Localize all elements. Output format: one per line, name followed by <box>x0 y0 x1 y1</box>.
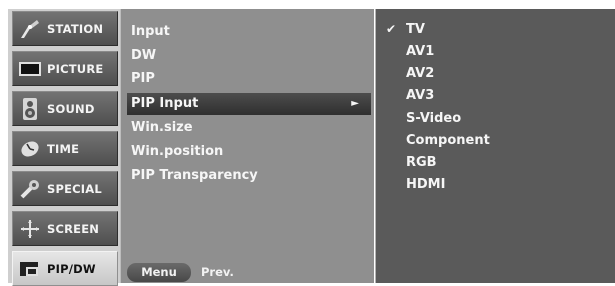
category-label: STATION <box>47 21 104 36</box>
pip-window-icon <box>13 256 47 282</box>
category-label: PIP/DW <box>47 261 96 276</box>
special-tools-icon <box>13 176 47 202</box>
submenu-item-pip-transparency[interactable]: PIP Transparency <box>131 165 258 187</box>
submenu-item-pip-input-selected[interactable]: PIP Input ► <box>127 93 371 115</box>
category-label: SOUND <box>47 101 95 116</box>
category-label: TIME <box>47 141 80 156</box>
speaker-icon <box>13 96 47 122</box>
submenu-item-win-position[interactable]: Win.position <box>131 141 223 163</box>
menu-button[interactable]: Menu <box>127 263 191 282</box>
category-screen[interactable]: SCREEN <box>12 211 118 246</box>
submenu-panel: Input DW PIP PIP Input ► Win.size Win.po… <box>120 9 374 283</box>
category-label: SCREEN <box>47 221 100 236</box>
option-tv[interactable]: TV <box>406 19 425 41</box>
option-hdmi[interactable]: HDMI <box>406 174 445 196</box>
submenu-item-input[interactable]: Input <box>131 21 170 43</box>
category-station[interactable]: STATION <box>12 11 118 46</box>
category-special[interactable]: SPECIAL <box>12 171 118 206</box>
option-rgb[interactable]: RGB <box>406 152 437 174</box>
option-av3[interactable]: AV3 <box>406 85 434 107</box>
category-time[interactable]: TIME <box>12 131 118 166</box>
option-component[interactable]: Component <box>406 130 490 152</box>
category-column: STATION PICTURE SOUND TIME SPECIAL SCREE… <box>8 9 120 286</box>
arrow-right-icon: ► <box>351 98 359 109</box>
category-label: PICTURE <box>47 61 104 76</box>
submenu-item-win-size[interactable]: Win.size <box>131 117 193 139</box>
category-label: SPECIAL <box>47 181 102 196</box>
clock-icon <box>13 136 47 162</box>
options-panel: ✔ TV AV1 AV2 AV3 S-Video Component RGB H… <box>375 9 615 283</box>
checkmark-icon: ✔ <box>386 22 397 36</box>
submenu-item-dw[interactable]: DW <box>131 45 156 67</box>
screen-adjust-icon <box>13 216 47 242</box>
prev-hint: Prev. <box>201 265 234 279</box>
category-sound[interactable]: SOUND <box>12 91 118 126</box>
submenu-footer: Menu Prev. <box>121 259 373 283</box>
osd-menu: STATION PICTURE SOUND TIME SPECIAL SCREE… <box>8 9 615 286</box>
category-pip-dw[interactable]: PIP/DW <box>12 251 118 286</box>
submenu-item-label: PIP Input <box>131 96 199 111</box>
option-s-video[interactable]: S-Video <box>406 108 461 130</box>
option-av2[interactable]: AV2 <box>406 63 434 85</box>
option-av1[interactable]: AV1 <box>406 41 434 63</box>
submenu-item-pip[interactable]: PIP <box>131 68 155 90</box>
antenna-icon <box>13 16 47 42</box>
category-picture[interactable]: PICTURE <box>12 51 118 86</box>
picture-screen-icon <box>13 56 47 82</box>
